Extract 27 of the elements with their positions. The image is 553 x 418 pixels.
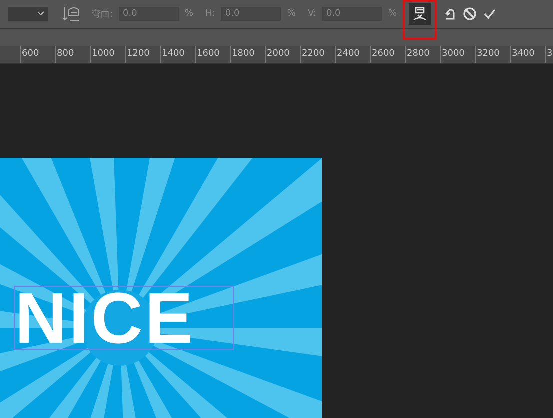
undo-icon[interactable] [443,7,458,21]
ruler-label: 2600 [370,46,405,63]
warp-orientation-icon[interactable] [62,6,80,22]
ruler-label: 3 [545,46,553,63]
ruler-label: 1200 [125,46,160,63]
ruler-label: 1000 [90,46,125,63]
ruler-label: 3200 [475,46,510,63]
unit-label: % [185,9,194,19]
ruler-label: 2800 [405,46,440,63]
warp-mode-button[interactable] [409,3,432,25]
cancel-icon[interactable] [463,7,478,21]
ruler-label: 600 [20,46,55,63]
caret-icon [37,11,45,17]
ruler-label: 2000 [265,46,300,63]
ruler-label: 2400 [335,46,370,63]
ruler-label: 800 [55,46,90,63]
warp-icon [412,6,428,22]
ruler-label: 3000 [440,46,475,63]
ruler-label: 1800 [230,46,265,63]
ruler-label: 3400 [510,46,545,63]
ruler-label: 2200 [300,46,335,63]
check-icon[interactable] [483,7,498,21]
ruler-label: 1400 [160,46,195,63]
nice-text[interactable]: NICE [14,286,234,350]
ruler-label: 1600 [195,46,230,63]
unit-label: % [287,9,296,19]
unit-label: % [388,9,398,19]
